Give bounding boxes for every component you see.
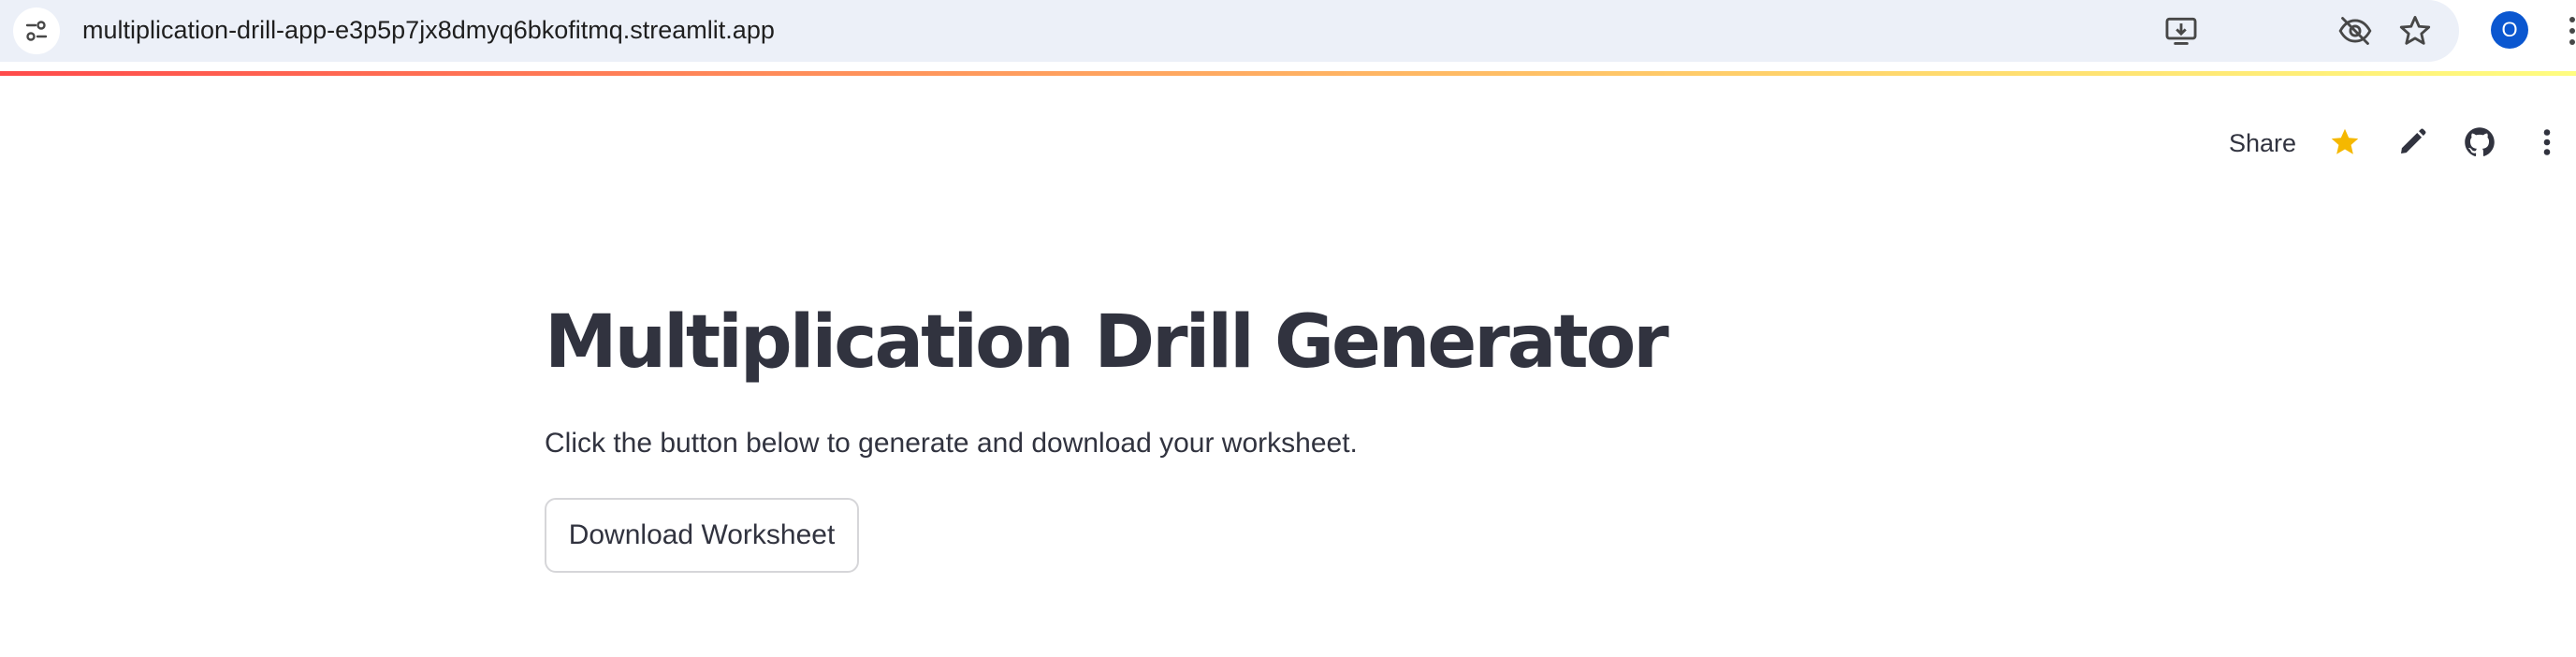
kebab-menu-icon[interactable] [2568,15,2576,49]
profile-avatar[interactable]: O [2491,11,2528,49]
page-caption: Click the button below to generate and d… [545,428,1358,459]
site-info-icon [25,21,48,41]
page-title: Multiplication Drill Generator [545,300,1669,385]
star-icon[interactable] [2328,125,2362,159]
more-vert-icon[interactable] [2530,125,2564,159]
browser-chrome: multiplication-drill-app-e3p5p7jx8dmyq6b… [0,0,2576,73]
pencil-icon[interactable] [2395,125,2429,159]
bookmark-star-icon[interactable] [2397,13,2433,49]
url-text[interactable]: multiplication-drill-app-e3p5p7jx8dmyq6b… [82,13,775,47]
install-app-icon[interactable] [2163,13,2199,49]
share-button[interactable]: Share [2229,127,2296,159]
github-icon[interactable] [2463,125,2496,159]
address-bar[interactable]: multiplication-drill-app-e3p5p7jx8dmyq6b… [0,0,2459,62]
site-info-button[interactable] [13,7,60,54]
eye-off-icon[interactable] [2337,13,2373,49]
download-worksheet-button[interactable]: Download Worksheet [545,498,859,573]
header-decoration-bar [0,71,2576,76]
